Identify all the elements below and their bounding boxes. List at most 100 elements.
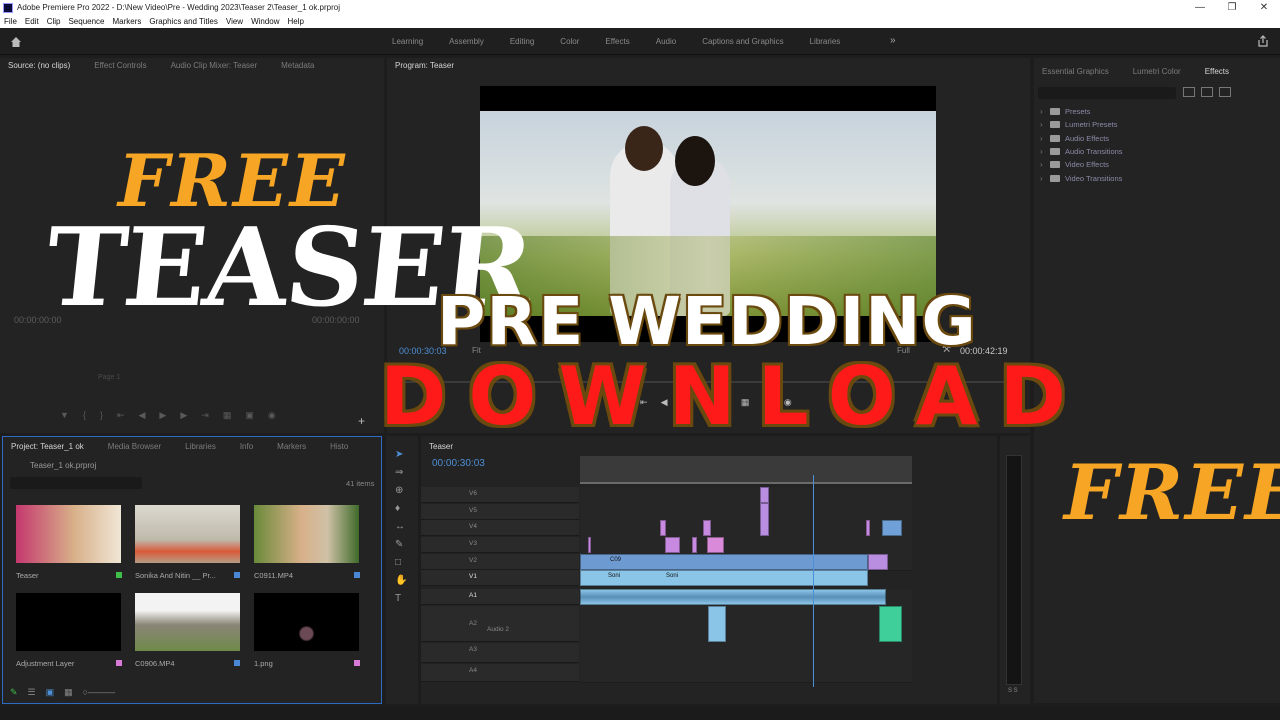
- effects-search-input[interactable]: [1038, 87, 1176, 99]
- track-header-v3[interactable]: V3: [421, 537, 579, 553]
- project-thumb-adjustment[interactable]: [16, 593, 121, 651]
- project-thumb-1png[interactable]: [254, 593, 359, 651]
- tab-essential-graphics[interactable]: Essential Graphics: [1042, 67, 1109, 76]
- workspace-editing[interactable]: Editing: [510, 37, 534, 46]
- minimize-button[interactable]: —: [1184, 0, 1216, 15]
- selection-tool-icon[interactable]: ➤: [395, 449, 407, 460]
- menu-window[interactable]: Window: [251, 17, 279, 26]
- track-header-v6[interactable]: V6: [421, 487, 579, 503]
- effects-item-video-effects[interactable]: › Video Effects: [1040, 158, 1123, 171]
- project-thumb-c0911[interactable]: [254, 505, 359, 563]
- timeline-clip[interactable]: [707, 537, 724, 553]
- timeline-clip[interactable]: [660, 520, 666, 536]
- tab-history[interactable]: Histo: [330, 442, 348, 451]
- effects-item-video-transitions[interactable]: › Video Transitions: [1040, 171, 1123, 184]
- icon-view-icon[interactable]: ▣: [46, 687, 55, 698]
- freeform-view-icon[interactable]: ▦: [64, 687, 73, 698]
- tab-source[interactable]: Source: (no clips): [8, 61, 70, 70]
- menu-sequence[interactable]: Sequence: [68, 17, 104, 26]
- marker-icon[interactable]: ▼: [60, 410, 69, 421]
- track-header-v4[interactable]: V4: [421, 520, 579, 536]
- track-header-a3[interactable]: A3: [421, 643, 579, 663]
- workspace-color[interactable]: Color: [560, 37, 579, 46]
- go-to-out-icon[interactable]: ⇥: [201, 410, 209, 421]
- overwrite-icon[interactable]: ▣: [245, 410, 254, 421]
- type-tool-icon[interactable]: T: [395, 593, 407, 604]
- timeline-playhead[interactable]: [813, 475, 814, 687]
- tab-effect-controls[interactable]: Effect Controls: [94, 61, 146, 70]
- menu-view[interactable]: View: [226, 17, 243, 26]
- effects-item-lumetri-presets[interactable]: › Lumetri Presets: [1040, 118, 1123, 131]
- pen-tool-icon[interactable]: ✎: [395, 539, 407, 550]
- project-thumb-c0906[interactable]: [135, 593, 240, 651]
- tab-audio-clip-mixer[interactable]: Audio Clip Mixer: Teaser: [171, 61, 258, 70]
- list-view-icon[interactable]: ☰: [28, 687, 36, 698]
- workspace-assembly[interactable]: Assembly: [449, 37, 484, 46]
- track-header-a1[interactable]: A1: [421, 589, 579, 605]
- menu-help[interactable]: Help: [288, 17, 304, 26]
- workspace-effects[interactable]: Effects: [605, 37, 629, 46]
- insert-icon[interactable]: ▦: [223, 410, 232, 421]
- timeline-clip[interactable]: [665, 537, 680, 553]
- workspace-overflow-icon[interactable]: »: [890, 35, 896, 46]
- effects-item-audio-effects[interactable]: › Audio Effects: [1040, 132, 1123, 145]
- timeline-clip[interactable]: [580, 554, 868, 570]
- play-icon[interactable]: ▶: [159, 410, 166, 421]
- tab-project[interactable]: Project: Teaser_1 ok: [11, 442, 84, 451]
- hand-tool-icon[interactable]: ✋: [395, 575, 407, 586]
- tab-markers[interactable]: Markers: [277, 442, 306, 451]
- step-back-icon[interactable]: ◀: [139, 410, 146, 421]
- share-icon[interactable]: [1257, 35, 1269, 47]
- workspace-audio[interactable]: Audio: [656, 37, 676, 46]
- step-forward-icon[interactable]: ▶: [180, 410, 187, 421]
- tab-metadata[interactable]: Metadata: [281, 61, 314, 70]
- timeline-clip[interactable]: [760, 503, 769, 536]
- tab-info[interactable]: Info: [240, 442, 253, 451]
- timeline-clip[interactable]: [760, 487, 769, 503]
- audio-clip[interactable]: [879, 606, 902, 642]
- menu-file[interactable]: File: [4, 17, 17, 26]
- workspace-libraries[interactable]: Libraries: [810, 37, 841, 46]
- tab-media-browser[interactable]: Media Browser: [108, 442, 161, 451]
- slip-tool-icon[interactable]: ↔: [395, 521, 407, 532]
- effects-item-presets[interactable]: › Presets: [1040, 105, 1123, 118]
- timeline-clip[interactable]: [703, 520, 711, 536]
- timeline-clip[interactable]: [882, 520, 902, 536]
- track-header-v1[interactable]: V1: [421, 570, 579, 586]
- menu-markers[interactable]: Markers: [113, 17, 142, 26]
- home-icon[interactable]: [10, 36, 22, 48]
- audio-clip[interactable]: [580, 589, 886, 605]
- out-point-icon[interactable]: }: [100, 410, 103, 421]
- track-select-tool-icon[interactable]: ⇒: [395, 467, 407, 478]
- source-add-button-icon[interactable]: +: [358, 414, 365, 428]
- project-thumb-sonika[interactable]: [135, 505, 240, 563]
- menu-edit[interactable]: Edit: [25, 17, 39, 26]
- tab-effects[interactable]: Effects: [1205, 67, 1229, 76]
- timeline-clip[interactable]: [868, 554, 888, 570]
- timeline-clip[interactable]: [580, 570, 868, 586]
- track-header-v2[interactable]: V2: [421, 554, 579, 570]
- in-point-icon[interactable]: {: [83, 410, 86, 421]
- track-header-a2[interactable]: A2 Audio 2: [421, 606, 579, 642]
- rectangle-tool-icon[interactable]: □: [395, 557, 407, 568]
- sequence-timecode[interactable]: 00:00:30:03: [432, 458, 485, 469]
- restore-button[interactable]: ❐: [1216, 0, 1248, 15]
- audio-clip[interactable]: [708, 606, 726, 642]
- workspace-learning[interactable]: Learning: [392, 37, 423, 46]
- menu-graphics[interactable]: Graphics and Titles: [149, 17, 217, 26]
- ripple-edit-tool-icon[interactable]: ⊕: [395, 485, 407, 496]
- accelerated-effects-icon[interactable]: [1183, 87, 1195, 97]
- project-thumb-teaser[interactable]: [16, 505, 121, 563]
- pencil-icon[interactable]: ✎: [10, 687, 18, 698]
- close-button[interactable]: ✕: [1248, 0, 1280, 15]
- 32bit-effects-icon[interactable]: [1201, 87, 1213, 97]
- timeline-clip[interactable]: [692, 537, 697, 553]
- yuv-effects-icon[interactable]: [1219, 87, 1231, 97]
- workspace-captions[interactable]: Captions and Graphics: [702, 37, 783, 46]
- razor-tool-icon[interactable]: ♦: [395, 503, 407, 514]
- timeline-ruler[interactable]: [580, 456, 912, 484]
- export-frame-icon[interactable]: ◉: [268, 410, 276, 421]
- meter-solo[interactable]: S S: [1008, 688, 1018, 694]
- zoom-slider[interactable]: ○———: [83, 687, 115, 698]
- tab-lumetri-color[interactable]: Lumetri Color: [1133, 67, 1181, 76]
